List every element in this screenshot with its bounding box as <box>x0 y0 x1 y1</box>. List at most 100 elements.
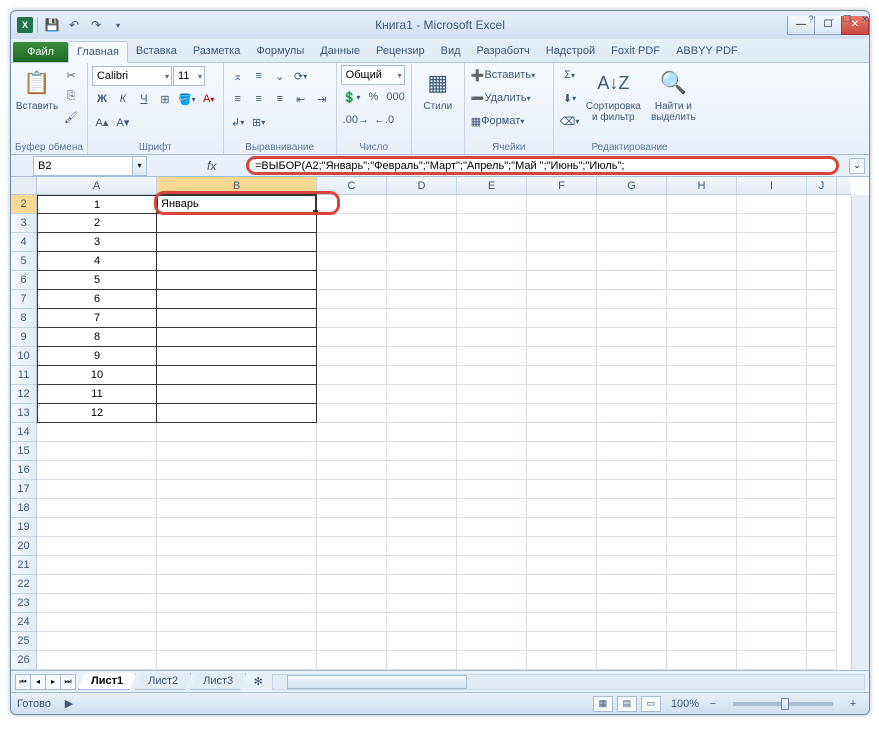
cell[interactable] <box>527 651 597 670</box>
align-middle-icon[interactable]: ≡ <box>249 66 269 86</box>
ribbon-tab-8[interactable]: Надстрой <box>538 41 603 62</box>
cell[interactable] <box>667 290 737 309</box>
cell[interactable] <box>37 537 157 556</box>
align-right-icon[interactable]: ≡ <box>270 89 290 109</box>
zoom-in-icon[interactable]: + <box>843 694 863 714</box>
cell[interactable] <box>317 385 387 404</box>
cell[interactable] <box>387 423 457 442</box>
cell[interactable] <box>317 328 387 347</box>
cell[interactable] <box>737 632 807 651</box>
cell[interactable] <box>157 309 317 328</box>
select-all-corner[interactable] <box>11 177 37 195</box>
vertical-scrollbar[interactable] <box>851 195 869 670</box>
cell[interactable] <box>737 347 807 366</box>
cell[interactable] <box>387 366 457 385</box>
cell[interactable] <box>457 537 527 556</box>
cell[interactable] <box>737 404 807 423</box>
cell[interactable] <box>527 556 597 575</box>
qat-customize-icon[interactable]: ▾ <box>108 15 128 35</box>
align-bottom-icon[interactable]: ⌄ <box>270 66 290 86</box>
cell[interactable] <box>457 575 527 594</box>
zoom-thumb[interactable] <box>781 698 789 710</box>
cell[interactable] <box>527 366 597 385</box>
cell[interactable] <box>157 271 317 290</box>
decrease-indent-icon[interactable]: ⇤ <box>291 89 311 109</box>
row-header[interactable]: 15 <box>11 442 36 461</box>
sheet-tab[interactable]: Лист1 <box>78 673 136 690</box>
cell[interactable] <box>317 252 387 271</box>
cell[interactable] <box>807 556 837 575</box>
fill-icon[interactable]: ⬇ <box>558 88 582 108</box>
cell[interactable] <box>457 499 527 518</box>
cell[interactable] <box>387 651 457 670</box>
cell[interactable] <box>527 271 597 290</box>
ribbon-tab-2[interactable]: Разметка <box>185 41 249 62</box>
cell[interactable] <box>457 309 527 328</box>
copy-icon[interactable]: ⎘ <box>61 86 81 106</box>
cell[interactable] <box>527 347 597 366</box>
row-header[interactable]: 8 <box>11 309 36 328</box>
cell[interactable] <box>157 385 317 404</box>
row-header[interactable]: 22 <box>11 575 36 594</box>
cell[interactable] <box>457 366 527 385</box>
column-header[interactable]: H <box>667 177 737 194</box>
cell[interactable] <box>667 271 737 290</box>
cell[interactable] <box>737 613 807 632</box>
sheet-tab[interactable]: Лист3 <box>190 673 246 690</box>
cell[interactable] <box>597 461 667 480</box>
format-cells-button[interactable]: ▦ Формат <box>469 111 549 131</box>
cell[interactable] <box>157 651 317 670</box>
cell[interactable] <box>667 328 737 347</box>
cell[interactable] <box>317 290 387 309</box>
paste-button[interactable]: 📋 Вставить <box>15 65 59 114</box>
cell[interactable]: 12 <box>37 404 157 423</box>
horizontal-scrollbar[interactable] <box>272 674 865 690</box>
cell[interactable] <box>157 404 317 423</box>
cell[interactable] <box>387 404 457 423</box>
cell[interactable] <box>807 632 837 651</box>
cell[interactable] <box>317 518 387 537</box>
row-header[interactable]: 23 <box>11 594 36 613</box>
cell[interactable] <box>527 404 597 423</box>
sheet-tab[interactable]: Лист2 <box>135 673 191 690</box>
cell[interactable] <box>37 575 157 594</box>
cell[interactable] <box>457 385 527 404</box>
border-button[interactable]: ⊞ <box>155 89 175 109</box>
row-header[interactable]: 17 <box>11 480 36 499</box>
cell[interactable] <box>667 385 737 404</box>
formula-input[interactable]: =ВЫБОР(A2;"Январь";"Февраль";"Март";"Апр… <box>246 156 839 175</box>
cell[interactable] <box>807 499 837 518</box>
cell[interactable] <box>457 233 527 252</box>
ribbon-tab-7[interactable]: Разработч <box>469 41 538 62</box>
fill-handle[interactable] <box>313 210 318 215</box>
doc-restore-icon[interactable]: ❐ <box>839 12 855 26</box>
cell[interactable] <box>737 385 807 404</box>
cell[interactable] <box>807 309 837 328</box>
cell[interactable] <box>37 632 157 651</box>
doc-close-icon[interactable]: ✕ <box>857 12 870 26</box>
cell[interactable] <box>807 613 837 632</box>
cell[interactable] <box>37 518 157 537</box>
cell[interactable]: 6 <box>37 290 157 309</box>
column-header[interactable]: E <box>457 177 527 194</box>
cell[interactable] <box>737 442 807 461</box>
cell[interactable] <box>597 651 667 670</box>
cell[interactable] <box>737 499 807 518</box>
italic-button[interactable]: К <box>113 89 133 109</box>
column-header[interactable]: A <box>37 177 157 194</box>
cell[interactable] <box>597 499 667 518</box>
cell[interactable] <box>597 233 667 252</box>
cell[interactable] <box>527 499 597 518</box>
cell[interactable] <box>317 594 387 613</box>
cell[interactable] <box>387 214 457 233</box>
cell[interactable] <box>387 195 457 214</box>
column-header[interactable]: D <box>387 177 457 194</box>
cell[interactable] <box>737 461 807 480</box>
align-top-icon[interactable]: ⌅ <box>228 66 248 86</box>
increase-indent-icon[interactable]: ⇥ <box>312 89 332 109</box>
row-header[interactable]: 7 <box>11 290 36 309</box>
font-size-select[interactable]: 11 <box>173 66 205 86</box>
insert-cells-button[interactable]: ➕ Вставить <box>469 65 549 85</box>
cell[interactable] <box>37 461 157 480</box>
fx-button[interactable]: fx <box>207 159 216 173</box>
